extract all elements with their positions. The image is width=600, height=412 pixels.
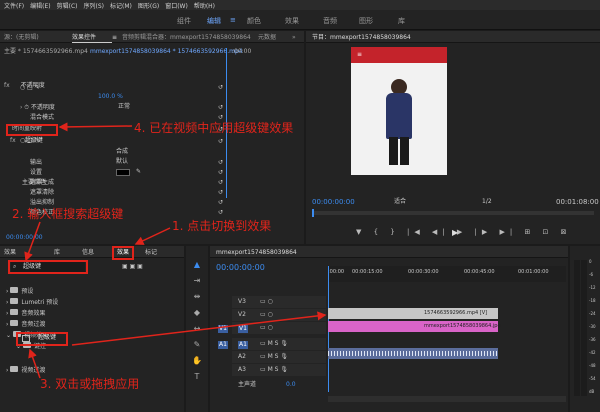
arrow-2: [24, 221, 41, 262]
annotation-step2: 2. 输入框搜索超级键: [12, 207, 124, 221]
arrow-1: [134, 227, 171, 245]
arrow-4: [58, 122, 133, 132]
arrow-drag: [71, 311, 327, 346]
annotation-arrows: [24, 122, 327, 379]
annotation-step4: 4. 已在视频中应用超级键效果: [134, 121, 294, 135]
arrow-3: [28, 348, 41, 379]
annotation-step3: 3. 双击或拖拽应用: [40, 377, 140, 391]
annotation-step1: 1. 点击切换到效果: [172, 219, 272, 233]
